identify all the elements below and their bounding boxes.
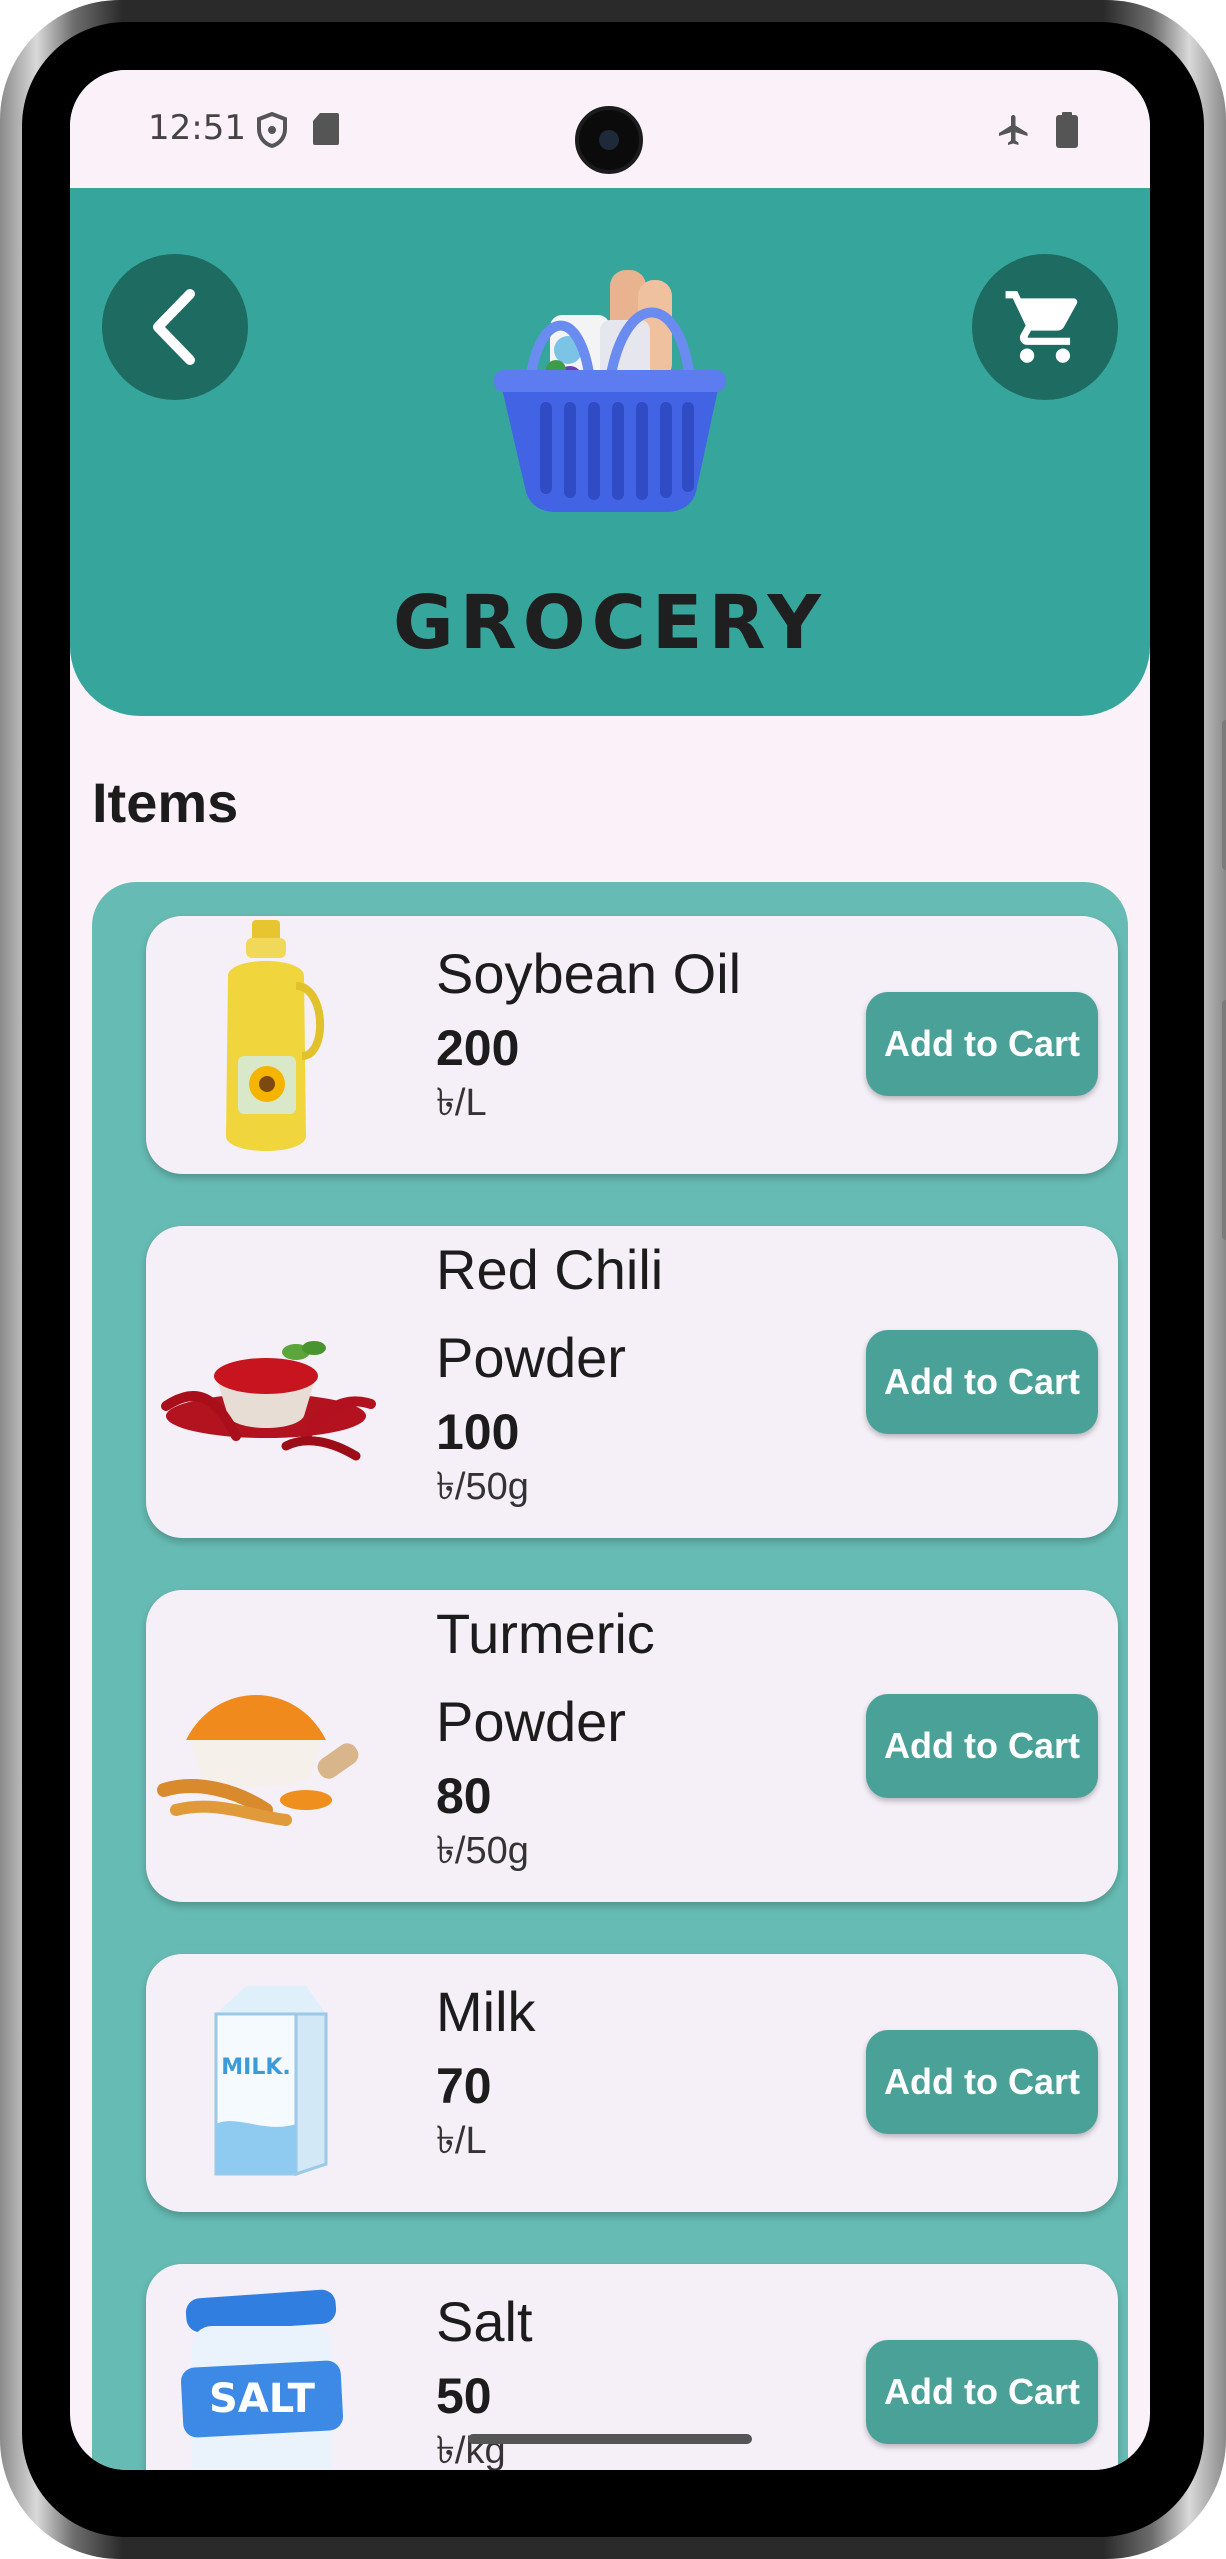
cart-button[interactable] [972, 254, 1118, 400]
item-info: Turmeric Powder 80 ৳/50g [436, 1590, 856, 1876]
item-price: 50 [436, 2368, 492, 2424]
front-camera [575, 106, 643, 174]
salt-image: SALT [180, 2289, 344, 2470]
item-name: Salt [436, 2290, 533, 2353]
soybean-oil-image [226, 920, 324, 1151]
item-info: Red Chili Powder 100 ৳/50g [436, 1226, 856, 1512]
battery-icon [1056, 112, 1078, 148]
item-card-turmeric-powder: Turmeric Powder 80 ৳/50g Add to Cart [146, 1590, 1118, 1902]
add-to-cart-button[interactable]: Add to Cart [866, 2340, 1098, 2444]
item-card-red-chili-powder: Red Chili Powder 100 ৳/50g Add to Cart [146, 1226, 1118, 1538]
item-unit: ৳/L [436, 1082, 487, 1124]
milk-image: MILK. [214, 1986, 328, 2177]
cart-icon [1005, 291, 1078, 363]
item-price: 100 [436, 1404, 520, 1460]
power-button [1222, 1000, 1226, 1240]
item-card-milk: MILK. Milk 70 ৳/L Add to Cart [146, 1954, 1118, 2212]
items-panel: Soybean Oil 200 ৳/L Add to Cart Red Chil… [92, 882, 1128, 2470]
salt-label-text: SALT [209, 2376, 316, 2422]
item-info: Milk 70 ৳/L [436, 1968, 856, 2166]
item-unit: ৳/50g [436, 1830, 529, 1872]
sd-card-icon [313, 113, 339, 145]
basket-icon [494, 270, 726, 512]
section-title: Items [92, 771, 239, 834]
volume-button [1222, 720, 1226, 870]
item-name: Turmeric Powder [436, 1602, 655, 1753]
back-arrow-icon [153, 289, 195, 365]
item-info: Soybean Oil 200 ৳/L [436, 930, 856, 1128]
item-price: 70 [436, 2058, 492, 2114]
item-price: 80 [436, 1768, 492, 1824]
item-name: Red Chili Powder [436, 1238, 664, 1389]
shield-icon [257, 112, 287, 148]
airplane-icon [999, 115, 1028, 145]
item-unit: ৳/50g [436, 1466, 529, 1508]
item-card-soybean-oil: Soybean Oil 200 ৳/L Add to Cart [146, 916, 1118, 1174]
home-indicator[interactable] [468, 2434, 752, 2444]
back-button[interactable] [102, 254, 248, 400]
add-to-cart-button[interactable]: Add to Cart [866, 1330, 1098, 1434]
app-title: GROCERY [392, 580, 827, 666]
item-name: Soybean Oil [436, 942, 742, 1005]
milk-carton-text: MILK. [221, 2055, 291, 2080]
phone-frame: 12:51 GROCERY Items Soybean Oil 200 ৳/L … [0, 0, 1226, 2559]
status-time: 12:51 [148, 108, 246, 148]
screen: 12:51 GROCERY Items Soybean Oil 200 ৳/L … [70, 70, 1150, 2470]
status-bar: 12:51 [70, 70, 1150, 188]
item-unit: ৳/kg [436, 2430, 506, 2470]
item-unit: ৳/L [436, 2120, 487, 2162]
add-to-cart-button[interactable]: Add to Cart [866, 992, 1098, 1096]
red-chili-powder-image [161, 1341, 376, 1461]
item-price: 200 [436, 1020, 520, 1076]
add-to-cart-button[interactable]: Add to Cart [866, 1694, 1098, 1798]
item-name: Milk [436, 1980, 536, 2043]
add-to-cart-button[interactable]: Add to Cart [866, 2030, 1098, 2134]
turmeric-powder-image [157, 1695, 359, 1826]
